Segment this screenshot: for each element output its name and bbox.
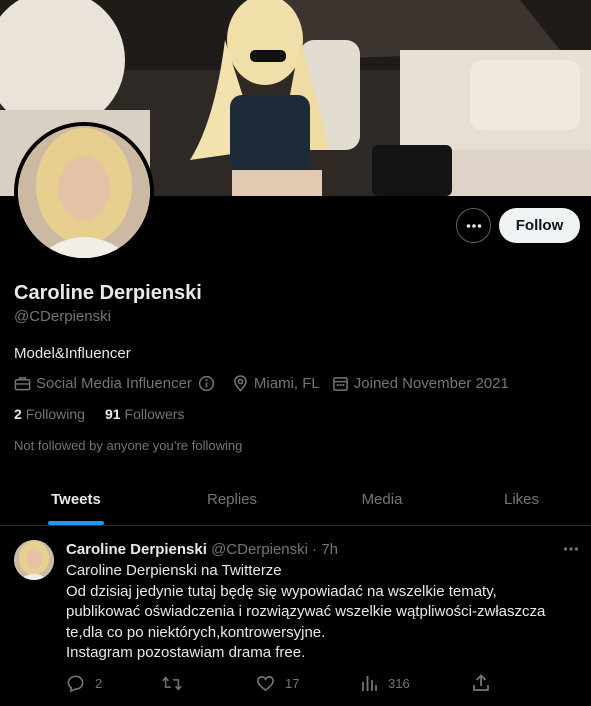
followers-label: Followers [124, 406, 185, 422]
views-icon [362, 676, 377, 691]
tweet-line: Od dzisiaj jedynie tutaj będę się wypowi… [66, 582, 497, 600]
tweet-line: publikować oświadczenia i rozwiązywać ws… [66, 603, 546, 620]
profile-avatar[interactable] [14, 122, 154, 262]
calendar-icon [332, 377, 348, 391]
tweet-more-button[interactable] [562, 540, 580, 563]
following-link[interactable]: 2 Following [14, 406, 85, 422]
joined-text: Joined November 2021 [353, 375, 509, 392]
views-button[interactable]: 316 [360, 674, 410, 692]
retweet-icon [162, 676, 182, 691]
tweet-line: te,dla co po niektórych,kontrowersyjne. [66, 623, 326, 641]
retweet-button[interactable] [162, 674, 192, 693]
profile-bio: Model&Influencer [14, 345, 131, 362]
followers-count: 91 [104, 406, 121, 422]
tweet-header: Caroline Derpienski @CDerpienski · 7h [66, 541, 338, 558]
briefcase-icon [14, 377, 31, 391]
profile-name: Caroline Derpienski [14, 282, 202, 304]
more-icon [563, 547, 579, 551]
avatar-image [18, 126, 150, 258]
like-icon [257, 676, 274, 692]
profile-handle: @CDerpienski [14, 308, 111, 325]
reply-icon [67, 675, 84, 693]
reply-count: 2 [95, 676, 103, 691]
tweet-avatar-image [14, 540, 54, 580]
more-options-button[interactable] [456, 208, 491, 243]
not-followed-note: Not followed by anyone you’re following [14, 438, 243, 453]
follow-button[interactable]: Follow [499, 208, 580, 243]
category-item: Social Media Influencer [14, 375, 220, 392]
tweet-text: Caroline Derpienski na Twitterze Od dzis… [66, 561, 576, 664]
share-button[interactable] [472, 674, 500, 692]
tab-replies[interactable]: Replies [152, 474, 312, 525]
info-icon[interactable] [198, 375, 215, 392]
tweet-line: Instagram pozostawiam drama free. [66, 644, 306, 661]
like-button[interactable]: 17 [256, 674, 299, 693]
tweet-handle-time: @CDerpienski · 7h [211, 541, 338, 558]
tweet-avatar[interactable] [14, 540, 54, 580]
view-count: 316 [388, 675, 410, 691]
active-tab-indicator [48, 521, 104, 525]
profile-meta: Social Media Influencer Miami, FL Joined… [14, 375, 521, 392]
joined-item: Joined November 2021 [332, 375, 509, 392]
share-icon [473, 674, 489, 691]
like-count: 17 [285, 676, 300, 691]
tab-tweets[interactable]: Tweets [0, 474, 152, 525]
profile-tabs: Tweets Replies Media Likes [0, 474, 591, 526]
tweet-author[interactable]: Caroline Derpienski [66, 541, 207, 558]
follow-counts: 2 Following 91 Followers [14, 406, 204, 422]
tab-media[interactable]: Media [312, 474, 452, 525]
reply-button[interactable]: 2 [66, 674, 102, 693]
location-item: Miami, FL [232, 375, 320, 392]
following-count: 2 [14, 406, 22, 422]
location-icon [233, 375, 247, 392]
tweet-line: Caroline Derpienski na Twitterze [66, 562, 282, 579]
following-label: Following [25, 406, 85, 422]
category-text: Social Media Influencer [36, 375, 192, 392]
followers-link[interactable]: 91 Followers [105, 406, 184, 422]
more-icon [466, 223, 481, 228]
location-text: Miami, FL [253, 375, 320, 392]
tab-likes[interactable]: Likes [452, 474, 591, 525]
